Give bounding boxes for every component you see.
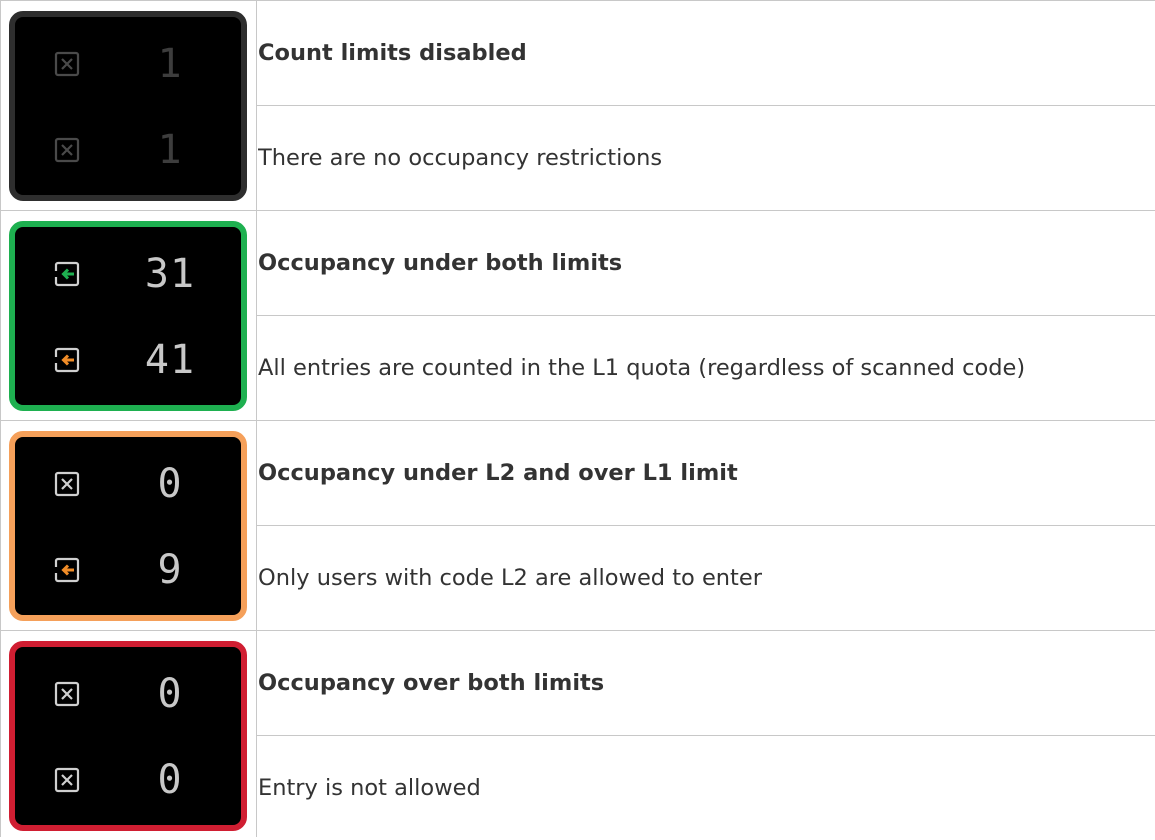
column-divider	[256, 0, 257, 837]
enter-arrow-icon	[54, 347, 80, 373]
status-panel-under-both: 31 41	[9, 221, 247, 411]
table-border-left	[0, 0, 1, 837]
status-title: Occupancy under L2 and over L1 limit	[258, 460, 738, 486]
table-border-top	[0, 0, 1155, 1]
row-divider	[257, 525, 1155, 526]
status-panel-over-both: 0 0	[9, 641, 247, 831]
status-title-cell: Count limits disabled	[258, 1, 1155, 105]
panel-line-l1: 31	[15, 227, 241, 322]
count-value: 1	[157, 127, 183, 173]
cross-box-icon	[54, 681, 80, 707]
status-image-cell: 0 0	[1, 631, 256, 837]
status-title-cell: Occupancy under both limits	[258, 211, 1155, 315]
status-image-cell: 1 1	[1, 1, 256, 210]
status-description-cell: All entries are counted in the L1 quota …	[258, 316, 1155, 420]
count-value: 41	[144, 337, 196, 383]
count-value: 0	[157, 461, 183, 507]
status-title-cell: Occupancy over both limits	[258, 631, 1155, 735]
row-divider	[257, 315, 1155, 316]
count-value: 31	[144, 251, 196, 297]
row-divider	[0, 420, 1155, 421]
panel-line-l1: 1	[15, 17, 241, 112]
table-row: 0 0 Occupancy over both limits Entry is …	[0, 631, 1155, 837]
cross-box-icon	[54, 471, 80, 497]
count-value: 0	[157, 757, 183, 803]
status-description: There are no occupancy restrictions	[258, 145, 663, 171]
cross-box-icon	[54, 51, 80, 77]
status-panel-disabled: 1 1	[9, 11, 247, 201]
panel-line-l1: 0	[15, 647, 241, 742]
occupancy-states-table: 1 1 Count limits disabled There are no o…	[0, 0, 1155, 837]
status-description: Only users with code L2 are allowed to e…	[258, 565, 762, 591]
row-divider	[0, 210, 1155, 211]
count-value: 0	[157, 671, 183, 717]
row-divider	[257, 735, 1155, 736]
enter-arrow-icon	[54, 261, 80, 287]
count-value: 1	[157, 41, 183, 87]
status-panel-under-l2-over-l1: 0 9	[9, 431, 247, 621]
status-description: Entry is not allowed	[258, 775, 481, 801]
status-title: Occupancy over both limits	[258, 670, 605, 696]
row-divider	[0, 630, 1155, 631]
status-title-cell: Occupancy under L2 and over L1 limit	[258, 421, 1155, 525]
status-description-cell: There are no occupancy restrictions	[258, 106, 1155, 210]
status-title: Occupancy under both limits	[258, 250, 623, 276]
status-image-cell: 0 9	[1, 421, 256, 630]
count-value: 9	[157, 547, 183, 593]
panel-line-l1: 0	[15, 437, 241, 532]
panel-line-l2: 1	[15, 103, 241, 198]
enter-arrow-icon	[54, 557, 80, 583]
cross-box-icon	[54, 767, 80, 793]
status-image-cell: 31 41	[1, 211, 256, 420]
cross-box-icon	[54, 137, 80, 163]
status-description: All entries are counted in the L1 quota …	[258, 355, 1026, 381]
status-description-cell: Entry is not allowed	[258, 736, 1155, 840]
panel-line-l2: 0	[15, 733, 241, 828]
panel-line-l2: 41	[15, 313, 241, 408]
panel-line-l2: 9	[15, 523, 241, 618]
status-description-cell: Only users with code L2 are allowed to e…	[258, 526, 1155, 630]
row-divider	[257, 105, 1155, 106]
status-title: Count limits disabled	[258, 40, 527, 66]
